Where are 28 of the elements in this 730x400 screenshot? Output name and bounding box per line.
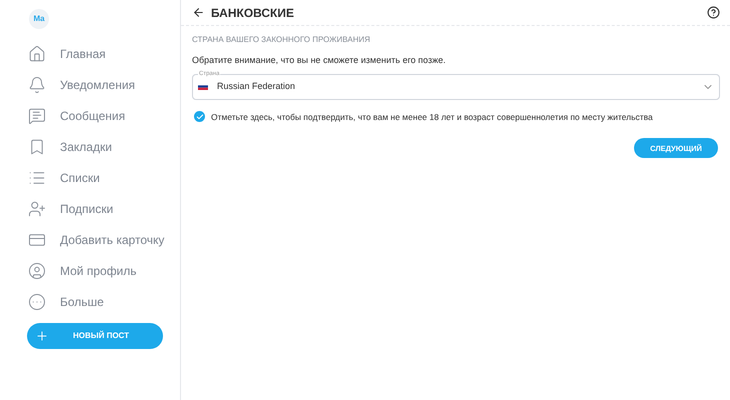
more-icon — [28, 292, 46, 310]
user-plus-icon — [28, 200, 46, 218]
note-text: Обратите внимание, что вы не сможете изменить его позже. — [192, 54, 447, 67]
checkbox-label: Отметьте здесь, чтобы подтвердить, что вам не менее 18 лет и возраст совершеннолетия по месту жительства — [211, 110, 653, 124]
bell-icon — [28, 76, 46, 94]
plus-icon — [35, 329, 49, 343]
nav-item[interactable]: Сообщения — [28, 100, 180, 131]
nav-item[interactable]: Главная — [28, 38, 180, 69]
check-icon — [196, 112, 204, 121]
nav-item[interactable]: Добавить карточку — [28, 224, 180, 255]
nav-item[interactable]: Больше — [28, 286, 180, 317]
checkbox[interactable] — [194, 111, 205, 122]
nav-item[interactable]: Закладки — [28, 131, 180, 162]
nav-item[interactable]: Мой профиль — [28, 255, 180, 286]
profile-icon — [28, 262, 46, 280]
new-post-button[interactable]: НОВЫЙ ПОСТ — [27, 323, 163, 349]
nav-item[interactable]: Списки — [28, 162, 180, 193]
select-value: Russian Federation — [217, 80, 296, 93]
nav-item[interactable]: Уведомления — [28, 69, 180, 100]
home-icon — [28, 44, 46, 62]
nav-item[interactable]: Подписки — [28, 193, 180, 224]
help-icon[interactable] — [707, 6, 720, 19]
section-label: СТРАНА ВАШЕГО ЗАКОННОГО ПРОЖИВАНИЯ — [192, 34, 372, 46]
back-icon[interactable] — [192, 6, 205, 19]
page-title: БАНКОВСКИЕ — [211, 4, 294, 22]
message-icon — [28, 106, 46, 124]
avatar[interactable]: Ma — [29, 9, 49, 29]
flag-icon — [198, 83, 208, 90]
